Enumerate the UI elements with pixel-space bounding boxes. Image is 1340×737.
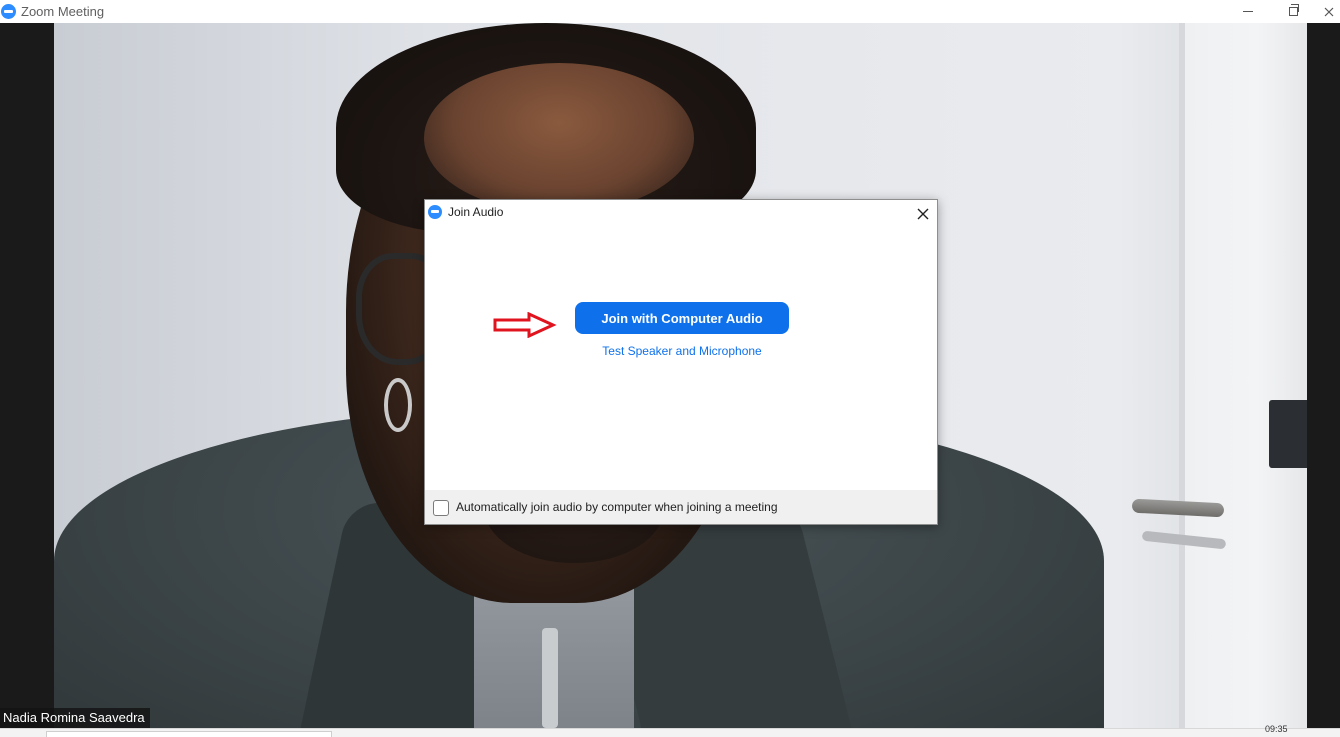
minimize-icon bbox=[1243, 11, 1253, 12]
participant-earring bbox=[384, 378, 412, 432]
right-arrow-icon bbox=[493, 312, 557, 338]
restore-button[interactable] bbox=[1273, 0, 1313, 23]
title-bar: Zoom Meeting bbox=[0, 0, 1340, 23]
test-speaker-microphone-link[interactable]: Test Speaker and Microphone bbox=[575, 344, 789, 358]
dialog-close-button[interactable] bbox=[913, 204, 933, 224]
participant-name-label: Nadia Romina Saavedra bbox=[0, 708, 150, 728]
background-door-edge bbox=[1179, 23, 1185, 728]
taskbar: 09:35 bbox=[0, 724, 1340, 737]
auto-join-audio-checkbox[interactable] bbox=[433, 500, 449, 516]
window-title: Zoom Meeting bbox=[21, 4, 105, 19]
dialog-footer: Automatically join audio by computer whe… bbox=[425, 490, 937, 524]
background-door bbox=[1184, 23, 1307, 728]
zoom-meeting-window: Zoom Meeting Nadia Romina Saavedra Join … bbox=[0, 0, 1340, 737]
taskbar-clock: 09:35 bbox=[1265, 724, 1288, 734]
taskbar-search-box[interactable] bbox=[46, 731, 332, 737]
close-icon bbox=[1324, 7, 1334, 16]
join-audio-dialog: Join Audio Join with Computer Audio Test… bbox=[424, 199, 938, 525]
background-door-latch bbox=[1269, 400, 1307, 468]
zoom-logo-icon bbox=[428, 205, 442, 219]
close-icon bbox=[917, 208, 929, 220]
restore-icon bbox=[1288, 4, 1299, 16]
zoom-logo-icon bbox=[1, 4, 16, 19]
participant-zipper bbox=[542, 628, 558, 728]
participant-forehead bbox=[424, 63, 694, 213]
window-close-button[interactable] bbox=[1318, 0, 1340, 23]
join-with-computer-audio-button[interactable]: Join with Computer Audio bbox=[575, 302, 789, 334]
minimize-button[interactable] bbox=[1228, 0, 1268, 23]
auto-join-audio-label[interactable]: Automatically join audio by computer whe… bbox=[456, 500, 778, 514]
dialog-title: Join Audio bbox=[448, 205, 504, 219]
